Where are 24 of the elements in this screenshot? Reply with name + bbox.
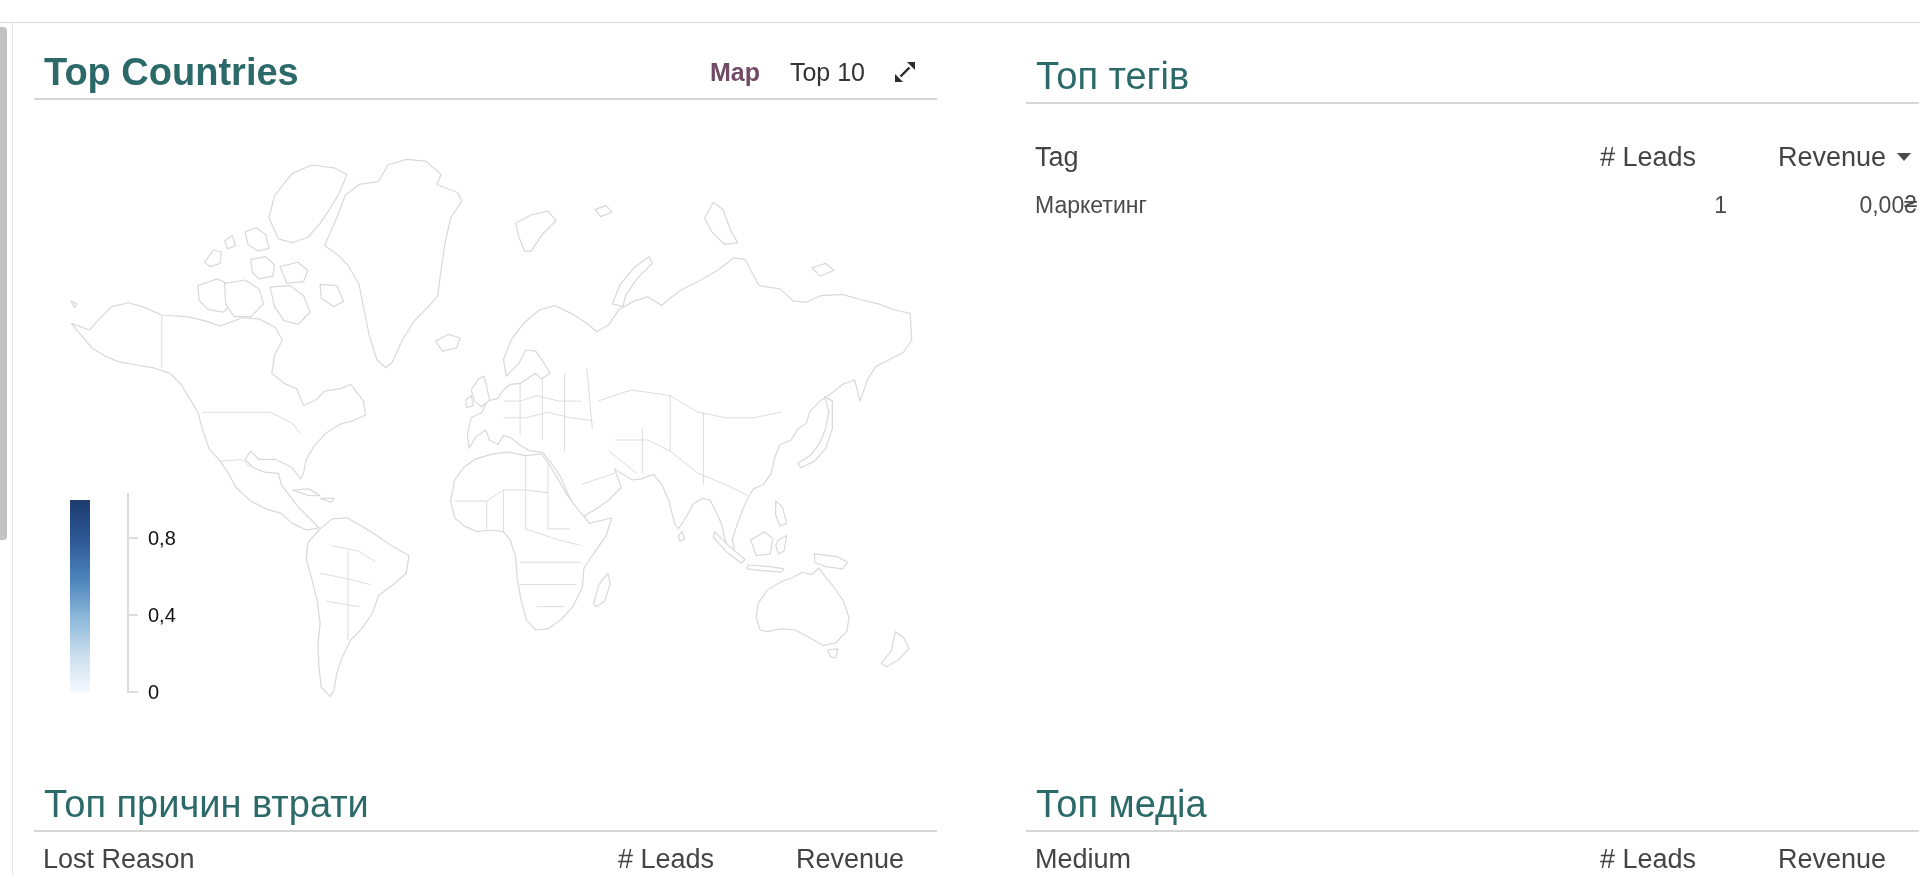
column-header[interactable]: Medium (1026, 845, 1579, 873)
legend-tick-label: 0,8 (148, 526, 176, 550)
panel-title: Top Countries (43, 50, 299, 94)
column-header[interactable]: Revenue (747, 845, 937, 873)
table-cell-text: Маркетинг (1034, 191, 1148, 219)
view-toggle[interactable]: Top 10 (789, 57, 865, 87)
column-header[interactable]: Lost Reason (34, 845, 597, 873)
panel-title: Топ медіа (1035, 782, 1207, 826)
column-header[interactable]: # Leads (1579, 143, 1729, 171)
panel-title: Топ причин втрати (43, 782, 369, 826)
expand-icon[interactable] (895, 62, 915, 82)
view-toggle[interactable]: Map (709, 57, 760, 87)
scrollbar[interactable] (0, 27, 7, 540)
caret-icon (1897, 153, 1911, 161)
legend-tick-label: 0 (148, 680, 160, 704)
legend-tick-label: 0,4 (148, 603, 176, 627)
column-header[interactable]: Revenue (1729, 845, 1919, 873)
column-header[interactable]: Revenue (1729, 143, 1919, 171)
column-header[interactable]: # Leads (597, 845, 747, 873)
column-header[interactable]: # Leads (1579, 845, 1729, 873)
table-cell-text: 1 (1713, 191, 1728, 219)
table-cell-text: 0,00₴ (1858, 191, 1918, 219)
panel-title: Топ тегів (1035, 54, 1190, 98)
column-header[interactable]: Tag (1026, 143, 1579, 171)
